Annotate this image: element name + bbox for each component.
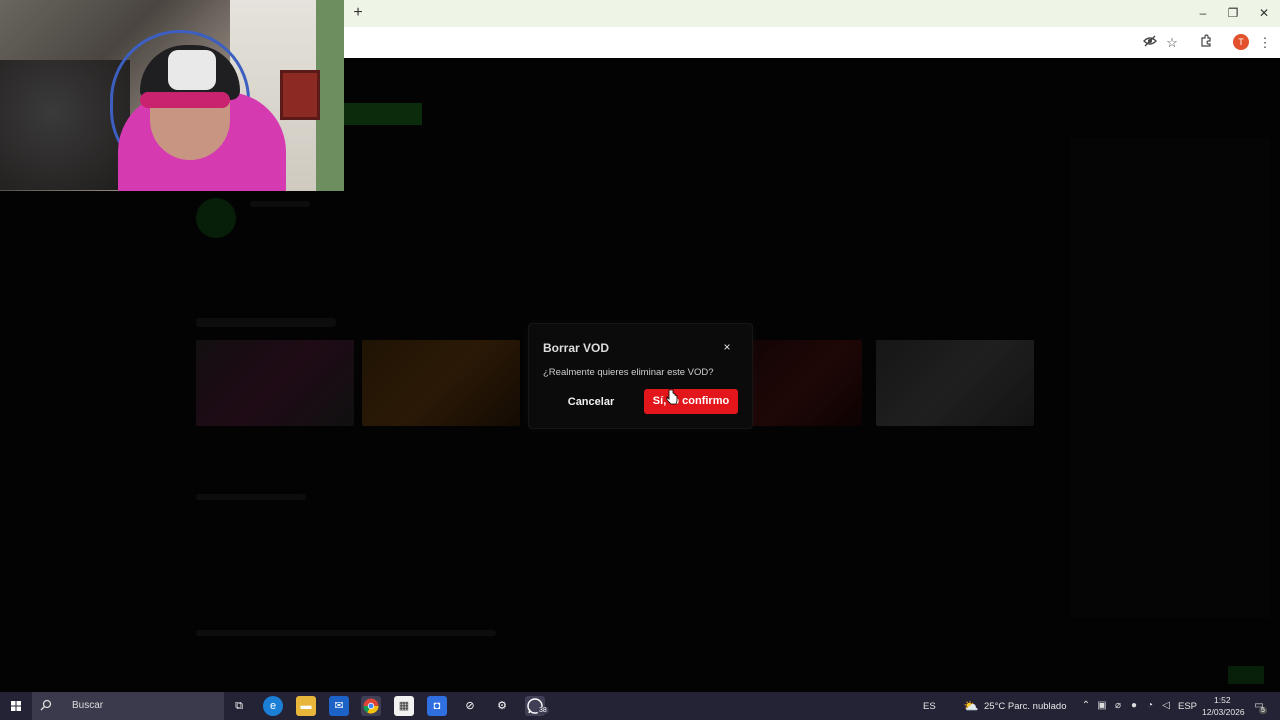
dialog-message: ¿Realmente quieres eliminar este VOD? xyxy=(543,367,714,378)
taskbar: Buscar ⧉ e ▬ ✉ ▦ ◘ ⊘ ⚙ 38 ES ⛅ 25°C Parc… xyxy=(0,692,1280,720)
notifications-badge: 5 xyxy=(1259,707,1267,714)
close-window-button[interactable]: ✕ xyxy=(1248,0,1280,27)
task-view-icon[interactable]: ⧉ xyxy=(229,696,249,716)
star-icon[interactable]: ☆ xyxy=(1163,34,1181,52)
search-icon xyxy=(40,699,54,713)
taskbar-search[interactable]: Buscar xyxy=(32,692,224,720)
cam-door xyxy=(316,0,344,191)
app2-icon[interactable]: ⊘ xyxy=(460,696,480,716)
mail-icon[interactable]: ✉ xyxy=(329,696,349,716)
wifi-icon[interactable]: ◔ xyxy=(1144,700,1156,712)
eye-off-icon[interactable] xyxy=(1141,34,1159,52)
cam-cap-brim xyxy=(140,92,230,108)
hand-cursor-icon xyxy=(666,389,678,405)
language-indicator[interactable]: ES xyxy=(923,701,936,712)
browser-toolbar: ☆ T ⋮ xyxy=(344,27,1280,58)
new-tab-button[interactable]: + xyxy=(348,2,368,24)
chevron-up-icon[interactable]: ⌃ xyxy=(1080,700,1092,712)
file-explorer-icon[interactable]: ▬ xyxy=(296,696,316,716)
clock-date[interactable]: 12/03/2026 xyxy=(1202,707,1245,717)
whatsapp-badge: 38 xyxy=(537,707,549,714)
search-placeholder: Buscar xyxy=(72,700,104,711)
weather-icon: ⛅ xyxy=(963,699,979,713)
network-off-icon[interactable]: ⌀ xyxy=(1112,700,1124,712)
edge-icon[interactable]: e xyxy=(263,696,283,716)
close-icon[interactable]: × xyxy=(720,340,734,354)
weather-text[interactable]: 25°C Parc. nublado xyxy=(984,701,1067,712)
cam-cap-logo xyxy=(168,50,216,90)
device-icon[interactable]: ▣ xyxy=(1096,700,1108,712)
confirm-button[interactable]: Sí, lo confirmo xyxy=(644,389,738,414)
extensions-icon[interactable] xyxy=(1197,34,1215,52)
tab-strip: + – ❐ ✕ xyxy=(344,0,1280,27)
webcam-overlay xyxy=(0,0,344,191)
cam-bed xyxy=(0,60,130,190)
profile-avatar[interactable]: T xyxy=(1233,34,1249,50)
speaker-icon[interactable]: ◁ xyxy=(1160,700,1172,712)
store-icon[interactable]: ▦ xyxy=(394,696,414,716)
browser-menu-button[interactable]: ⋮ xyxy=(1256,34,1274,52)
app-icon[interactable]: ◘ xyxy=(427,696,447,716)
restore-button[interactable]: ❐ xyxy=(1217,0,1249,27)
clock-time[interactable]: 1:52 xyxy=(1214,695,1231,705)
input-language[interactable]: ESP xyxy=(1178,701,1197,712)
chrome-icon[interactable] xyxy=(361,696,381,716)
microphone-icon[interactable]: ● xyxy=(1128,700,1140,712)
dialog-title: Borrar VOD xyxy=(543,341,610,355)
cancel-button[interactable]: Cancelar xyxy=(557,390,625,414)
windows-start-icon[interactable] xyxy=(0,692,32,720)
screen: + – ❐ ✕ ☆ T ⋮ Borrar VOD × ¿Realmente qu… xyxy=(0,0,1280,720)
delete-vod-dialog: Borrar VOD × ¿Realmente quieres eliminar… xyxy=(528,323,753,429)
minimize-button[interactable]: – xyxy=(1187,0,1219,27)
cam-picture-frame xyxy=(280,70,320,120)
settings-icon[interactable]: ⚙ xyxy=(492,696,512,716)
